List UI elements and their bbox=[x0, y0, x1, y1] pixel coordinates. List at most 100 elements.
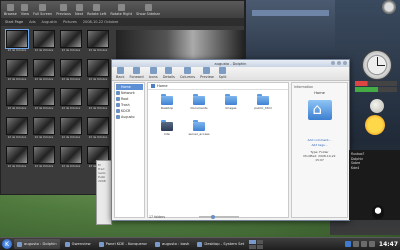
thumbnail[interactable]: 22 de Octubre bbox=[59, 146, 83, 172]
back-label: Back bbox=[116, 75, 125, 79]
background-window[interactable]: El Trad resto Publi 2008 bbox=[96, 160, 112, 225]
add-tags-link[interactable]: Add tags... bbox=[308, 143, 332, 148]
network-icon[interactable] bbox=[352, 241, 359, 247]
split-label: Split bbox=[218, 75, 227, 79]
browse-button[interactable]: Browse bbox=[4, 4, 17, 16]
klipper-icon[interactable] bbox=[344, 241, 351, 247]
desktop-pager[interactable] bbox=[249, 239, 264, 249]
thumbnail[interactable]: 22 de Octubre bbox=[86, 117, 110, 143]
forward-button[interactable]: Forward bbox=[130, 67, 144, 79]
task-button[interactable]: augusto : Dolphin bbox=[14, 239, 60, 249]
previous-button[interactable]: Previous bbox=[56, 4, 71, 16]
path-crumb[interactable]: Ads bbox=[29, 20, 35, 24]
thumbnail[interactable]: 22 de Octubre bbox=[5, 117, 29, 143]
fullscreen-button[interactable]: Full Screen bbox=[33, 4, 52, 16]
back-button[interactable]: Back bbox=[116, 67, 125, 79]
thumbnail[interactable]: 22 de Octubre bbox=[32, 88, 56, 114]
columns-view-button[interactable]: Columns bbox=[180, 67, 195, 79]
desktop-3[interactable] bbox=[249, 244, 256, 249]
preview-button[interactable]: Preview bbox=[200, 67, 214, 79]
folder-icon bbox=[193, 94, 205, 105]
thumbnail[interactable]: 22 de Octubre bbox=[32, 59, 56, 85]
thumbnail[interactable]: 22 de Octubre bbox=[86, 88, 110, 114]
start-page-link[interactable]: Start Page bbox=[5, 20, 23, 24]
analog-clock-widget[interactable] bbox=[362, 50, 392, 80]
file-item[interactable]: Desktop bbox=[152, 94, 182, 118]
thumbnail[interactable]: 22 de Octubre bbox=[32, 30, 56, 56]
network-bar bbox=[355, 81, 397, 86]
info-links: Add comment... Add tags... bbox=[308, 138, 332, 147]
folder-icon bbox=[161, 120, 173, 131]
thumbnail-image bbox=[60, 146, 82, 164]
icons-view-icon bbox=[149, 67, 157, 74]
taskbar-clock[interactable]: 14:47 bbox=[379, 241, 398, 248]
task-button[interactable]: Panel KDE - Konqueror bbox=[96, 239, 150, 249]
volume-icon[interactable] bbox=[360, 241, 367, 247]
thumbnail[interactable]: 22 de Octubre bbox=[59, 117, 83, 143]
desktop-4[interactable] bbox=[256, 244, 264, 249]
dolphin-titlebar[interactable]: augusto - Dolphin bbox=[112, 60, 349, 67]
view-button[interactable]: View bbox=[21, 4, 29, 16]
thumbnail[interactable]: 22 de Octubre bbox=[86, 30, 110, 56]
network-monitor-widget[interactable] bbox=[352, 80, 400, 98]
split-button[interactable]: Split bbox=[218, 67, 227, 79]
file-item[interactable]: server_access bbox=[184, 120, 214, 144]
maximize-button[interactable] bbox=[337, 61, 341, 65]
thumbnail-image bbox=[87, 88, 109, 106]
task-label: Panel KDE - Konqueror bbox=[105, 242, 148, 246]
thumbnail[interactable]: 22 de Octubre bbox=[32, 117, 56, 143]
show-sidebar-button[interactable]: Show Sidebar bbox=[136, 4, 160, 16]
desktop-2[interactable] bbox=[256, 239, 264, 244]
thumbnail[interactable]: 22 de Octubre bbox=[59, 88, 83, 114]
preview-icon bbox=[203, 67, 211, 74]
icons-view-button[interactable]: Icons bbox=[149, 67, 158, 79]
thumbnail[interactable]: 22 de Octubre bbox=[5, 88, 29, 114]
desktop-1[interactable] bbox=[249, 239, 256, 244]
thumbnail[interactable]: 22 de Octubre bbox=[5, 29, 29, 56]
rotate-left-button[interactable]: Rotate Left bbox=[87, 4, 106, 16]
thumbnail[interactable]: 22 de Octubre bbox=[5, 146, 29, 172]
taskbar: K augusto : Dolphin Gwenview Panel KDE - K… bbox=[0, 237, 400, 250]
kde-menu-button[interactable]: K bbox=[2, 239, 12, 249]
file-item[interactable]: Images bbox=[216, 94, 246, 118]
file-item[interactable]: public_html bbox=[248, 94, 278, 118]
path-crumb[interactable]: 2008-10-22 Octobre bbox=[83, 20, 118, 24]
zoom-slider[interactable] bbox=[198, 214, 239, 219]
task-button[interactable]: augusto : bash bbox=[152, 239, 192, 249]
background-strip-text: fluxbox? Dolphin Sobre Kde4 bbox=[349, 150, 400, 172]
details-view-button[interactable]: Details bbox=[163, 67, 175, 79]
place-icon bbox=[116, 109, 120, 113]
thumbnail-label: 22 de Octubre bbox=[61, 78, 81, 81]
place-label: Network bbox=[121, 91, 135, 95]
breadcrumb-home[interactable]: Home bbox=[157, 84, 168, 88]
thumbnail[interactable]: 22 de Octubre bbox=[5, 59, 29, 85]
thumbnail[interactable]: 22 de Octubre bbox=[32, 146, 56, 172]
thumbnail[interactable]: 22 de Octubre bbox=[59, 30, 83, 56]
task-button[interactable]: Gwenview bbox=[62, 239, 94, 249]
file-item[interactable]: kde bbox=[152, 120, 182, 144]
desktop-toolbox-icon[interactable] bbox=[382, 0, 396, 14]
thumbnail[interactable]: 22 de Octubre bbox=[59, 59, 83, 85]
minimize-button[interactable] bbox=[331, 61, 335, 65]
place-label: Augusto bbox=[121, 115, 135, 119]
thumbnail[interactable]: 22 de Octubre bbox=[86, 59, 110, 85]
thumbnail-image bbox=[60, 88, 82, 106]
file-item[interactable]: Documents bbox=[184, 94, 214, 118]
thumbnail-image bbox=[87, 30, 109, 48]
task-button[interactable]: Desktop - System Set bbox=[194, 239, 247, 249]
thumbnail-label: 22 de Octubre bbox=[88, 136, 108, 139]
thumbnail-label: 22 de Octubre bbox=[88, 49, 108, 52]
icons-label: Icons bbox=[148, 75, 158, 79]
next-button[interactable]: Next bbox=[75, 4, 83, 16]
updates-icon[interactable] bbox=[368, 241, 375, 247]
place-item[interactable]: Augusto bbox=[116, 114, 143, 120]
close-button[interactable] bbox=[343, 61, 347, 65]
path-crumb[interactable]: Pictures bbox=[63, 20, 77, 24]
location-breadcrumb[interactable]: Home bbox=[148, 83, 288, 90]
rotate-right-button[interactable]: Rotate Right bbox=[110, 4, 132, 16]
path-crumb[interactable]: Augustin bbox=[42, 20, 57, 24]
app-icon bbox=[197, 241, 203, 247]
background-bar bbox=[252, 10, 329, 16]
info-header: Information bbox=[294, 85, 314, 89]
add-comment-link[interactable]: Add comment... bbox=[308, 138, 332, 143]
